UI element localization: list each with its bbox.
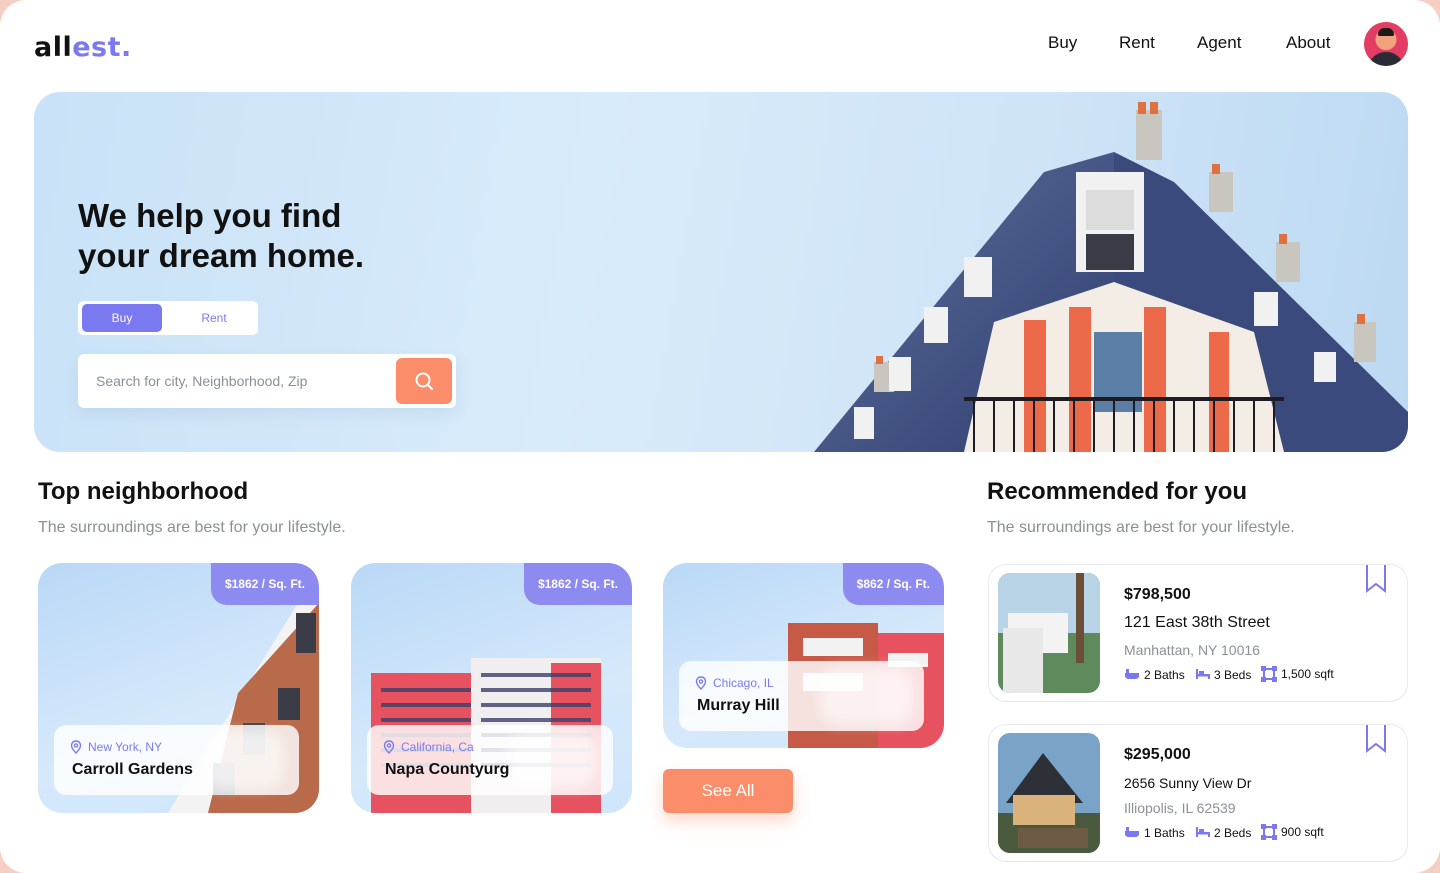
nav-about[interactable]: About xyxy=(1286,33,1330,53)
search-input[interactable] xyxy=(96,368,386,394)
user-avatar[interactable] xyxy=(1364,22,1408,66)
bookmark-icon[interactable] xyxy=(1365,725,1387,753)
recommended-subtitle: The surroundings are best for your lifes… xyxy=(987,519,1295,536)
listing-city: Illiopolis, IL 62539 xyxy=(1124,800,1236,816)
listing-beds: 3 Beds xyxy=(1214,668,1252,682)
top-neighborhood-title: Top neighborhood xyxy=(38,478,249,505)
location-pin-icon xyxy=(70,740,82,754)
listing-baths: 1 Baths xyxy=(1144,826,1185,840)
bathtub-icon xyxy=(1125,669,1139,679)
card-neighborhood-name: Napa Countyurg xyxy=(385,761,510,778)
listing-street: 121 East 38th Street xyxy=(1124,614,1270,631)
app-frame: allest. Buy Rent Agent About We help you… xyxy=(0,0,1440,873)
search-icon xyxy=(415,372,433,390)
card-city: California, Ca xyxy=(401,740,474,754)
neighborhood-card[interactable]: $1862 / Sq. Ft. California, Ca Napa Coun… xyxy=(351,563,632,813)
card-city: Chicago, IL xyxy=(713,676,774,690)
neighborhood-card[interactable]: $862 / Sq. Ft. Chicago, IL Murray Hill xyxy=(663,563,944,748)
logo-part2: est. xyxy=(72,32,132,63)
nav-agent[interactable]: Agent xyxy=(1197,33,1241,53)
listing-city: Manhattan, NY 10016 xyxy=(1124,642,1260,658)
listing-image xyxy=(998,573,1100,693)
toggle-rent[interactable]: Rent xyxy=(174,304,254,332)
listing-price: $798,500 xyxy=(1124,586,1191,603)
listing-area: 1,500 sqft xyxy=(1281,667,1334,681)
location-pin-icon xyxy=(695,676,707,690)
area-icon xyxy=(1261,824,1277,840)
location-pin-icon xyxy=(383,740,395,754)
bed-icon xyxy=(1196,827,1210,837)
card-neighborhood-name: Murray Hill xyxy=(697,697,780,714)
card-city: New York, NY xyxy=(88,740,163,754)
listing-card[interactable]: $798,500 121 East 38th Street Manhattan,… xyxy=(988,564,1408,702)
area-icon xyxy=(1261,666,1277,682)
search-bar xyxy=(78,354,456,408)
hero-banner: We help you find your dream home. Buy Re… xyxy=(34,92,1408,452)
hero-title-line1: We help you find xyxy=(78,197,342,234)
location-box: New York, NY Carroll Gardens xyxy=(54,725,299,795)
nav-rent[interactable]: Rent xyxy=(1119,33,1155,53)
listing-area: 900 sqft xyxy=(1281,825,1324,839)
card-neighborhood-name: Carroll Gardens xyxy=(72,761,193,778)
listing-beds: 2 Beds xyxy=(1214,826,1252,840)
listing-street: 2656 Sunny View Dr xyxy=(1124,775,1252,791)
listing-baths: 2 Baths xyxy=(1144,668,1185,682)
toggle-buy[interactable]: Buy xyxy=(82,304,162,332)
recommended-title: Recommended for you xyxy=(987,478,1248,505)
logo-part1: all xyxy=(34,32,73,63)
buy-rent-toggle: Buy Rent xyxy=(78,301,258,335)
location-box: California, Ca Napa Countyurg xyxy=(367,725,613,795)
price-per-sqft-badge: $1862 / Sq. Ft. xyxy=(523,563,632,605)
search-button[interactable] xyxy=(396,358,452,404)
neighborhood-card[interactable]: $1862 / Sq. Ft. New York, NY Carroll Gar… xyxy=(38,563,319,813)
nav-buy[interactable]: Buy xyxy=(1048,33,1077,53)
bathtub-icon xyxy=(1125,827,1139,837)
price-per-sqft-badge: $1862 / Sq. Ft. xyxy=(210,563,319,605)
bookmark-icon[interactable] xyxy=(1365,565,1387,593)
logo[interactable]: allest. xyxy=(34,32,132,63)
listing-card[interactable]: $295,000 2656 Sunny View Dr Illiopolis, … xyxy=(988,724,1408,862)
listing-image xyxy=(998,733,1100,853)
hero-title-line2: your dream home. xyxy=(78,237,365,274)
listing-price: $295,000 xyxy=(1124,746,1191,763)
bed-icon xyxy=(1196,669,1210,679)
location-box: Chicago, IL Murray Hill xyxy=(679,661,924,731)
top-neighborhood-subtitle: The surroundings are best for your lifes… xyxy=(38,519,346,536)
hero-title: We help you find your dream home. xyxy=(78,196,438,276)
price-per-sqft-badge: $862 / Sq. Ft. xyxy=(842,563,944,605)
see-all-button[interactable]: See All xyxy=(663,769,793,813)
hero-building-image xyxy=(814,102,1408,452)
